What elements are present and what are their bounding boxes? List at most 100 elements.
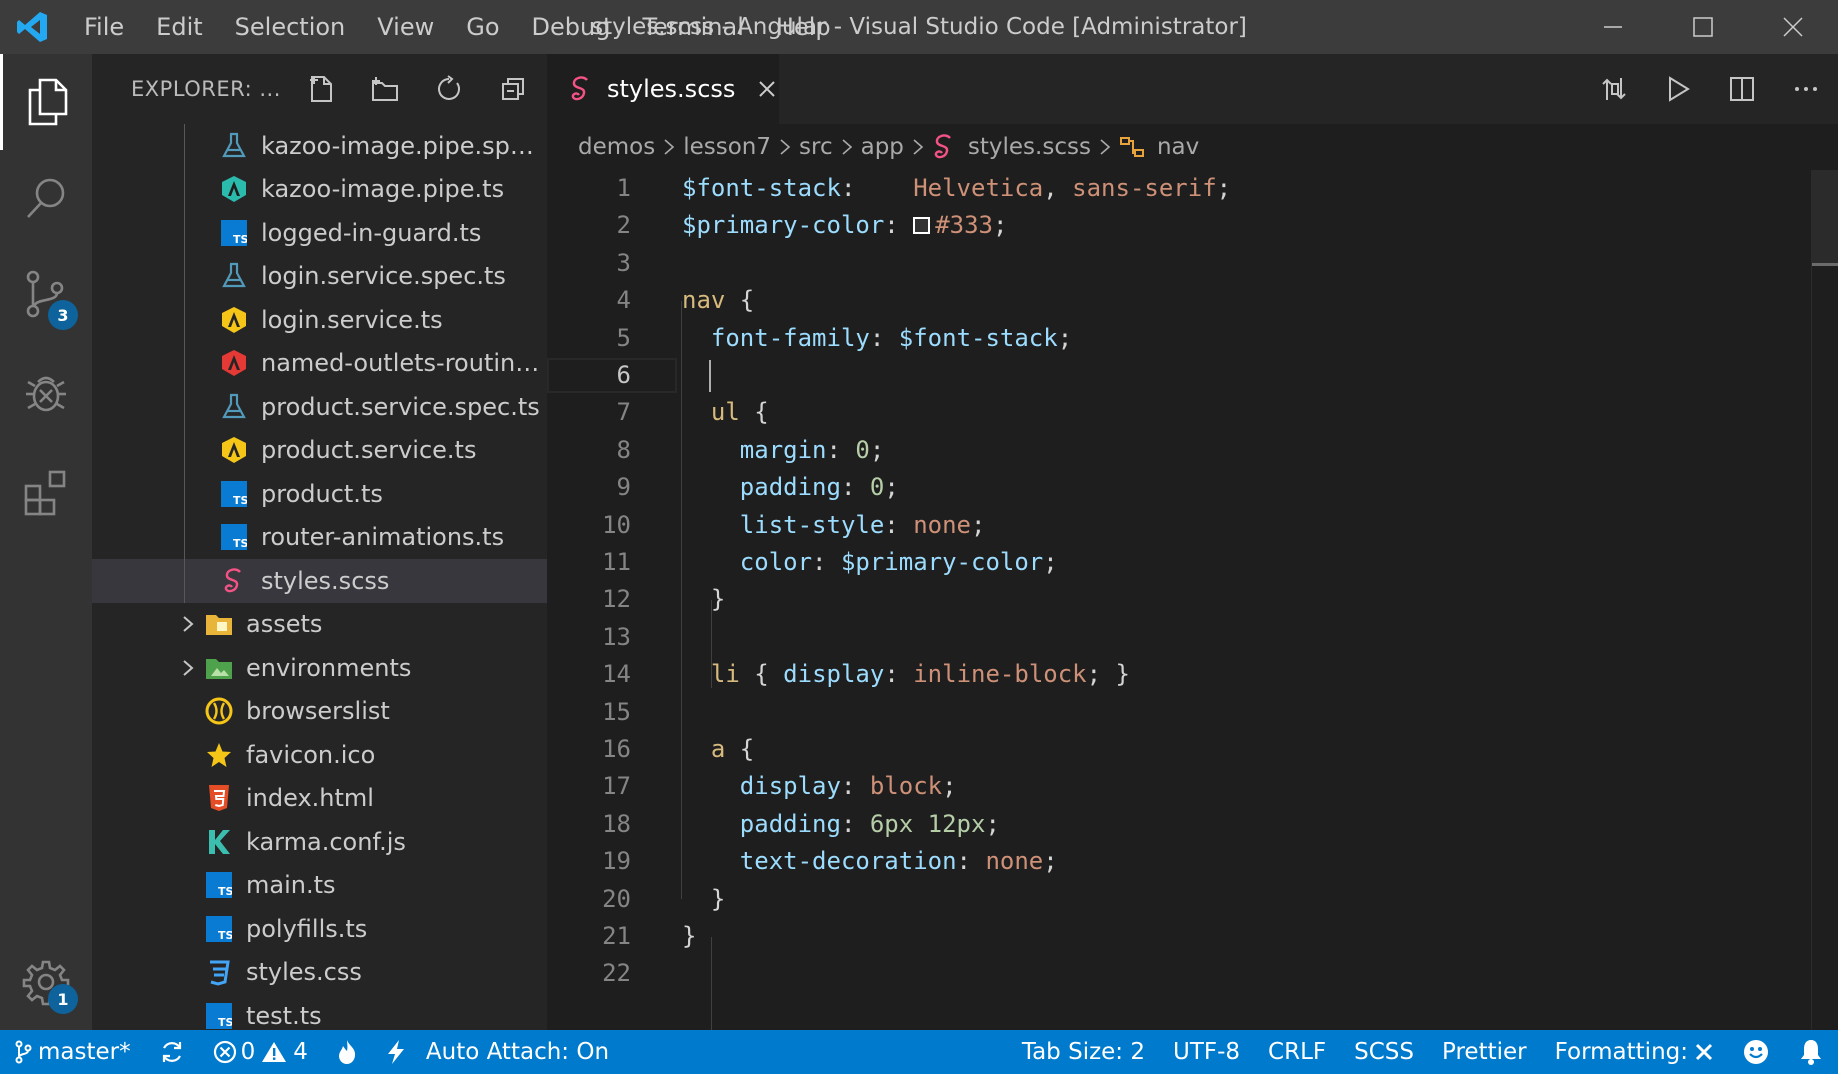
line-number: 11 [602,548,631,576]
tree-file[interactable]: browserslist [92,690,547,734]
formatting-status[interactable]: Formatting: [1541,1030,1728,1074]
tree-file[interactable]: kazoo-image.pipe.spec... [92,124,547,168]
code-token: display [739,772,841,801]
tree-file[interactable]: TS router-animations.ts [92,515,547,559]
close-window-button[interactable] [1748,0,1838,54]
search-icon[interactable] [0,150,92,246]
menu-terminal[interactable]: Terminal [626,0,759,54]
tree-file[interactable]: TS polyfills.ts [92,907,547,951]
new-folder-icon[interactable] [353,64,417,114]
tree-file[interactable]: kazoo-image.pipe.ts [92,167,547,211]
split-editor-icon[interactable] [1710,54,1774,124]
tree-file[interactable]: login.service.ts [92,298,547,342]
breadcrumb-item[interactable]: app [861,134,904,160]
encoding-status[interactable]: UTF-8 [1159,1030,1254,1074]
breadcrumb-item[interactable]: styles.scss [932,133,1091,161]
tree-file[interactable]: product.service.ts [92,428,547,472]
settings-gear-icon[interactable]: 1 [0,934,92,1030]
new-file-icon[interactable] [289,64,353,114]
menu-debug[interactable]: Debug [516,0,627,54]
more-actions-icon[interactable] [1774,54,1838,124]
code-token: { [725,286,755,315]
editor-scrollbar[interactable] [1811,170,1838,1030]
tree-file[interactable]: login.service.spec.ts [92,254,547,298]
breadcrumb-item[interactable]: demos [578,134,655,160]
code-token: 0 [869,473,885,502]
tree-file[interactable]: favicon.ico [92,733,547,777]
code-token: ul [710,398,740,427]
line-number: 10 [602,510,631,539]
tree-file[interactable]: TS test.ts [92,994,547,1030]
tree-file[interactable]: product.service.spec.ts [92,385,547,429]
refresh-icon[interactable] [417,64,481,114]
code-text: padding: 6px 12px; [682,806,1000,843]
menu-edit[interactable]: Edit [140,0,218,54]
chevron-right-icon[interactable] [176,658,200,678]
sync-icon[interactable] [145,1030,199,1074]
chevron-right-icon [841,137,853,157]
feedback-smiley-icon[interactable] [1728,1030,1784,1074]
code-line: 4 nav { [547,282,1817,319]
code-token: margin [739,435,827,464]
tree-item-label: product.ts [261,479,383,508]
breadcrumb-item[interactable]: nav [1119,134,1199,160]
code-token: inline-block [913,660,1087,689]
tree-file[interactable]: index.html [92,777,547,821]
tree-file[interactable]: TS main.ts [92,864,547,908]
tree-folder[interactable]: environments [92,646,547,690]
tree-file[interactable]: TS logged-in-guard.ts [92,211,547,255]
code-line: 5 font-family: $font-stack; [547,320,1817,357]
debug-icon[interactable] [0,344,92,440]
line-number: 4 [616,286,631,315]
explorer-icon[interactable] [0,54,92,150]
code-editor[interactable]: 1 $font-stack: Helvetica, sans-serif; 2 $pr… [547,170,1838,1030]
tree-file[interactable]: named-outlets-routing... [92,341,547,385]
breadcrumb-item[interactable]: src [799,134,833,160]
close-tab-icon[interactable] [757,79,777,99]
tree-folder[interactable]: assets [92,603,547,647]
code-token: padding [739,473,841,502]
git-branch-status[interactable]: master* [0,1030,145,1074]
collapse-all-icon[interactable] [481,64,545,114]
extensions-icon[interactable] [0,444,92,540]
menu-help[interactable]: Help [760,0,847,54]
open-changes-icon[interactable] [1582,54,1646,124]
line-number: 5 [616,323,631,352]
flame-icon[interactable] [322,1030,372,1074]
color-swatch[interactable] [913,217,931,235]
menu-view[interactable]: View [361,0,450,54]
chevron-right-icon[interactable] [176,614,200,634]
tree-file[interactable]: karma.conf.js [92,820,547,864]
menu-go[interactable]: Go [450,0,515,54]
explorer-header: EXPLORER: ... [92,54,547,124]
problems-status[interactable]: 0 4 [199,1030,322,1074]
menu-bar: File Edit Selection View Go Debug Terminal Help [68,0,847,54]
activity-bar: 3 1 [0,54,92,1030]
code-line: 17 display: block; [547,768,1817,805]
menu-selection[interactable]: Selection [219,0,362,54]
maximize-button[interactable] [1658,0,1748,54]
typescript-icon: TS [204,1001,234,1030]
cursor-position-marker [1812,263,1838,266]
tab-styles-scss[interactable]: styles.scss [547,54,779,124]
star-icon [204,740,234,770]
minimize-button[interactable] [1568,0,1658,54]
tree-file[interactable]: styles.css [92,951,547,995]
tab-size-status[interactable]: Tab Size: 2 [1008,1030,1159,1074]
auto-attach-status[interactable]: Auto Attach: On [372,1030,623,1074]
source-control-icon[interactable]: 3 [0,246,92,342]
code-token: block [869,772,943,801]
run-icon[interactable] [1646,54,1710,124]
menu-file[interactable]: File [68,0,140,54]
prettier-status[interactable]: Prettier [1428,1030,1541,1074]
code-token: } [682,884,726,913]
notifications-bell-icon[interactable] [1784,1030,1838,1074]
code-token: display [783,660,885,689]
breadcrumb-item[interactable]: lesson7 [683,134,771,160]
tree-file[interactable]: styles.scss [92,559,547,603]
scrollbar-thumb[interactable] [1812,170,1838,265]
eol-status[interactable]: CRLF [1254,1030,1340,1074]
tree-file[interactable]: TS product.ts [92,472,547,516]
language-mode-status[interactable]: SCSS [1340,1030,1428,1074]
